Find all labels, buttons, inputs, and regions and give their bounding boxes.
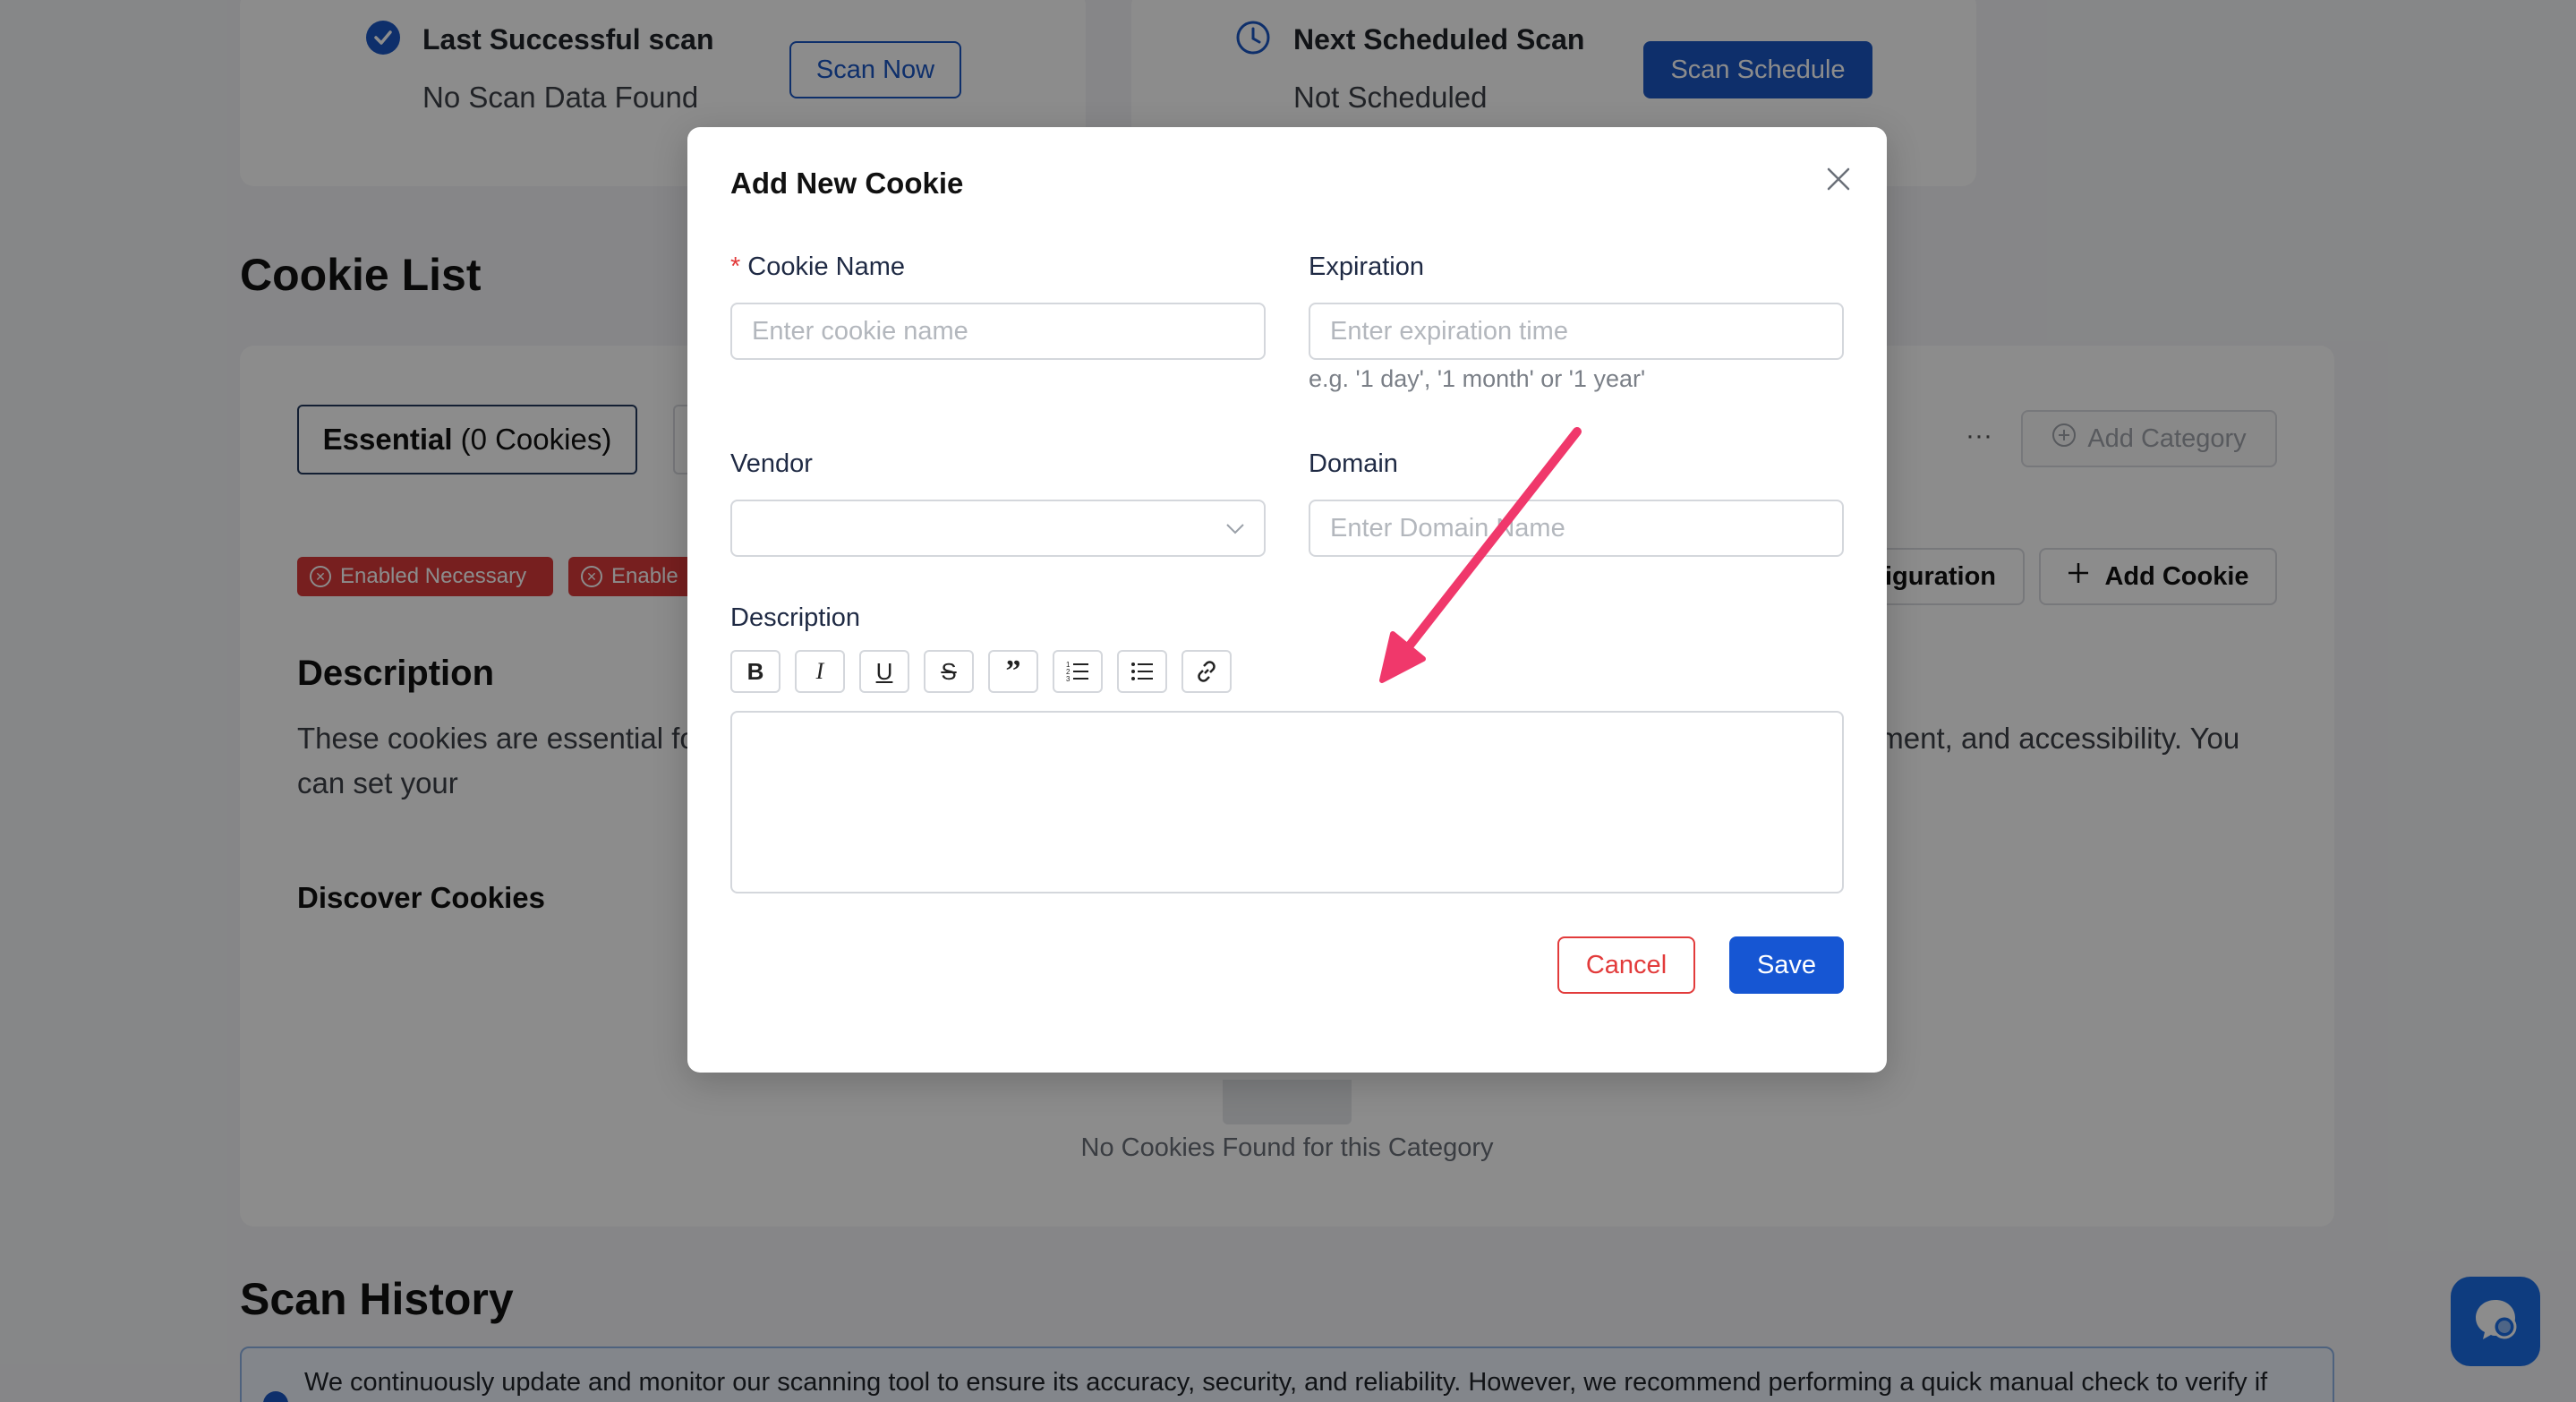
description-label: Description (730, 603, 861, 632)
add-cookie-modal: Add New Cookie *Cookie Name Expiration e… (687, 127, 1887, 1073)
domain-input[interactable] (1309, 500, 1844, 557)
vendor-label: Vendor (730, 449, 813, 478)
modal-title: Add New Cookie (730, 167, 964, 200)
domain-label: Domain (1309, 449, 1398, 478)
bullet-list-icon[interactable] (1117, 650, 1167, 693)
close-icon[interactable] (1821, 161, 1856, 197)
expiration-input[interactable] (1309, 303, 1844, 360)
svg-text:3: 3 (1066, 675, 1070, 683)
bold-icon[interactable]: B (730, 650, 780, 693)
required-marker: * (730, 252, 741, 281)
editor-toolbar: B I U S ” 123 (730, 650, 1232, 693)
cookie-name-label: * Cookie Name (730, 252, 905, 281)
strikethrough-icon[interactable]: S (924, 650, 974, 693)
ordered-list-icon[interactable]: 123 (1053, 650, 1103, 693)
description-editor[interactable] (730, 711, 1844, 893)
vendor-select[interactable] (730, 500, 1266, 557)
quote-icon[interactable]: ” (988, 650, 1038, 693)
cookie-name-input[interactable] (730, 303, 1266, 360)
cancel-button[interactable]: Cancel (1557, 936, 1695, 994)
expiration-label: Expiration (1309, 252, 1424, 281)
italic-icon[interactable]: I (795, 650, 845, 693)
link-icon[interactable] (1181, 650, 1232, 693)
expiration-hint: e.g. '1 day', '1 month' or '1 year' (1309, 365, 1646, 392)
save-button[interactable]: Save (1729, 936, 1844, 994)
chevron-down-icon (1224, 517, 1246, 539)
underline-icon[interactable]: U (859, 650, 909, 693)
